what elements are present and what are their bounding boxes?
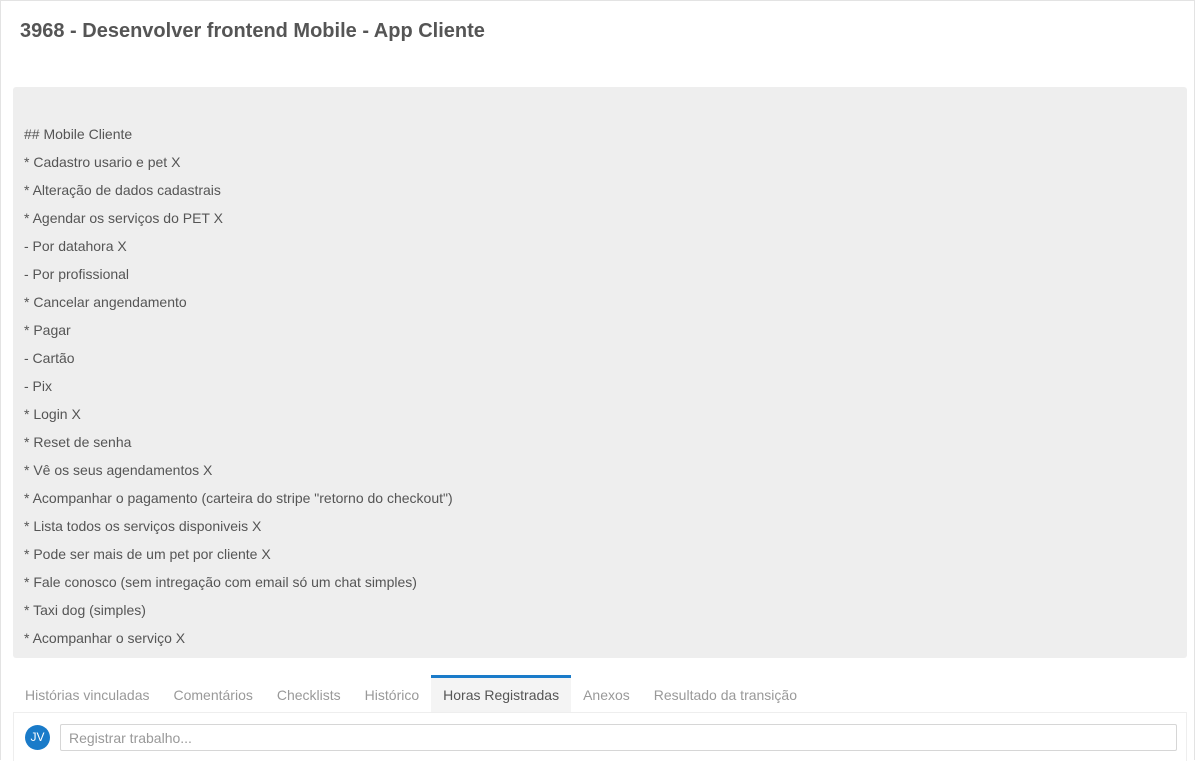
tab-transition-result[interactable]: Resultado da transição [642,675,809,712]
worklog-panel: JV [13,712,1187,761]
avatar: JV [25,725,50,750]
detail-tabs: Histórias vinculadas Comentários Checkli… [13,675,809,712]
description-line: * Lista todos os serviços disponiveis X [24,518,262,534]
description-line: * Fale conosco (sem intregação com email… [24,574,417,590]
tab-linked-stories[interactable]: Histórias vinculadas [13,675,162,712]
tab-checklists[interactable]: Checklists [265,675,353,712]
task-detail-panel: 3968 - Desenvolver frontend Mobile - App… [0,0,1195,761]
description-line: * Login X [24,406,81,422]
description-line: * Pagar [24,322,71,338]
page-title: 3968 - Desenvolver frontend Mobile - App… [20,20,485,42]
description-line: * Alteração de dados cadastrais [24,182,221,198]
tab-attachments[interactable]: Anexos [571,675,642,712]
tab-history[interactable]: Histórico [353,675,431,712]
description-line: * Vê os seus agendamentos X [24,462,213,478]
description-box: ## Mobile Cliente * Cadastro usario e pe… [13,87,1187,658]
log-work-input[interactable] [60,724,1177,751]
tab-logged-hours[interactable]: Horas Registradas [431,675,572,712]
description-line: * Acompanhar o pagamento (carteira do st… [24,490,453,506]
tab-comments[interactable]: Comentários [162,675,265,712]
description-line: - Pix [24,378,52,394]
description-line: - Por profissional [24,266,130,282]
description-line: * Taxi dog (simples) [24,602,146,618]
description-line: * Cancelar angendamento [24,294,187,310]
description-line: - Cartão [24,350,75,366]
description-line: * Pode ser mais de um pet por cliente X [24,546,271,562]
description-line: * Acompanhar o serviço X [24,630,186,646]
description-line: - Por datahora X [24,238,127,254]
description-line: * Agendar os serviços do PET X [24,210,223,226]
description-line: * Reset de senha [24,434,132,450]
description-line: ## Mobile Cliente [24,126,133,142]
description-content: ## Mobile Cliente * Cadastro usario e pe… [24,120,453,652]
description-line: * Cadastro usario e pet X [24,154,181,170]
